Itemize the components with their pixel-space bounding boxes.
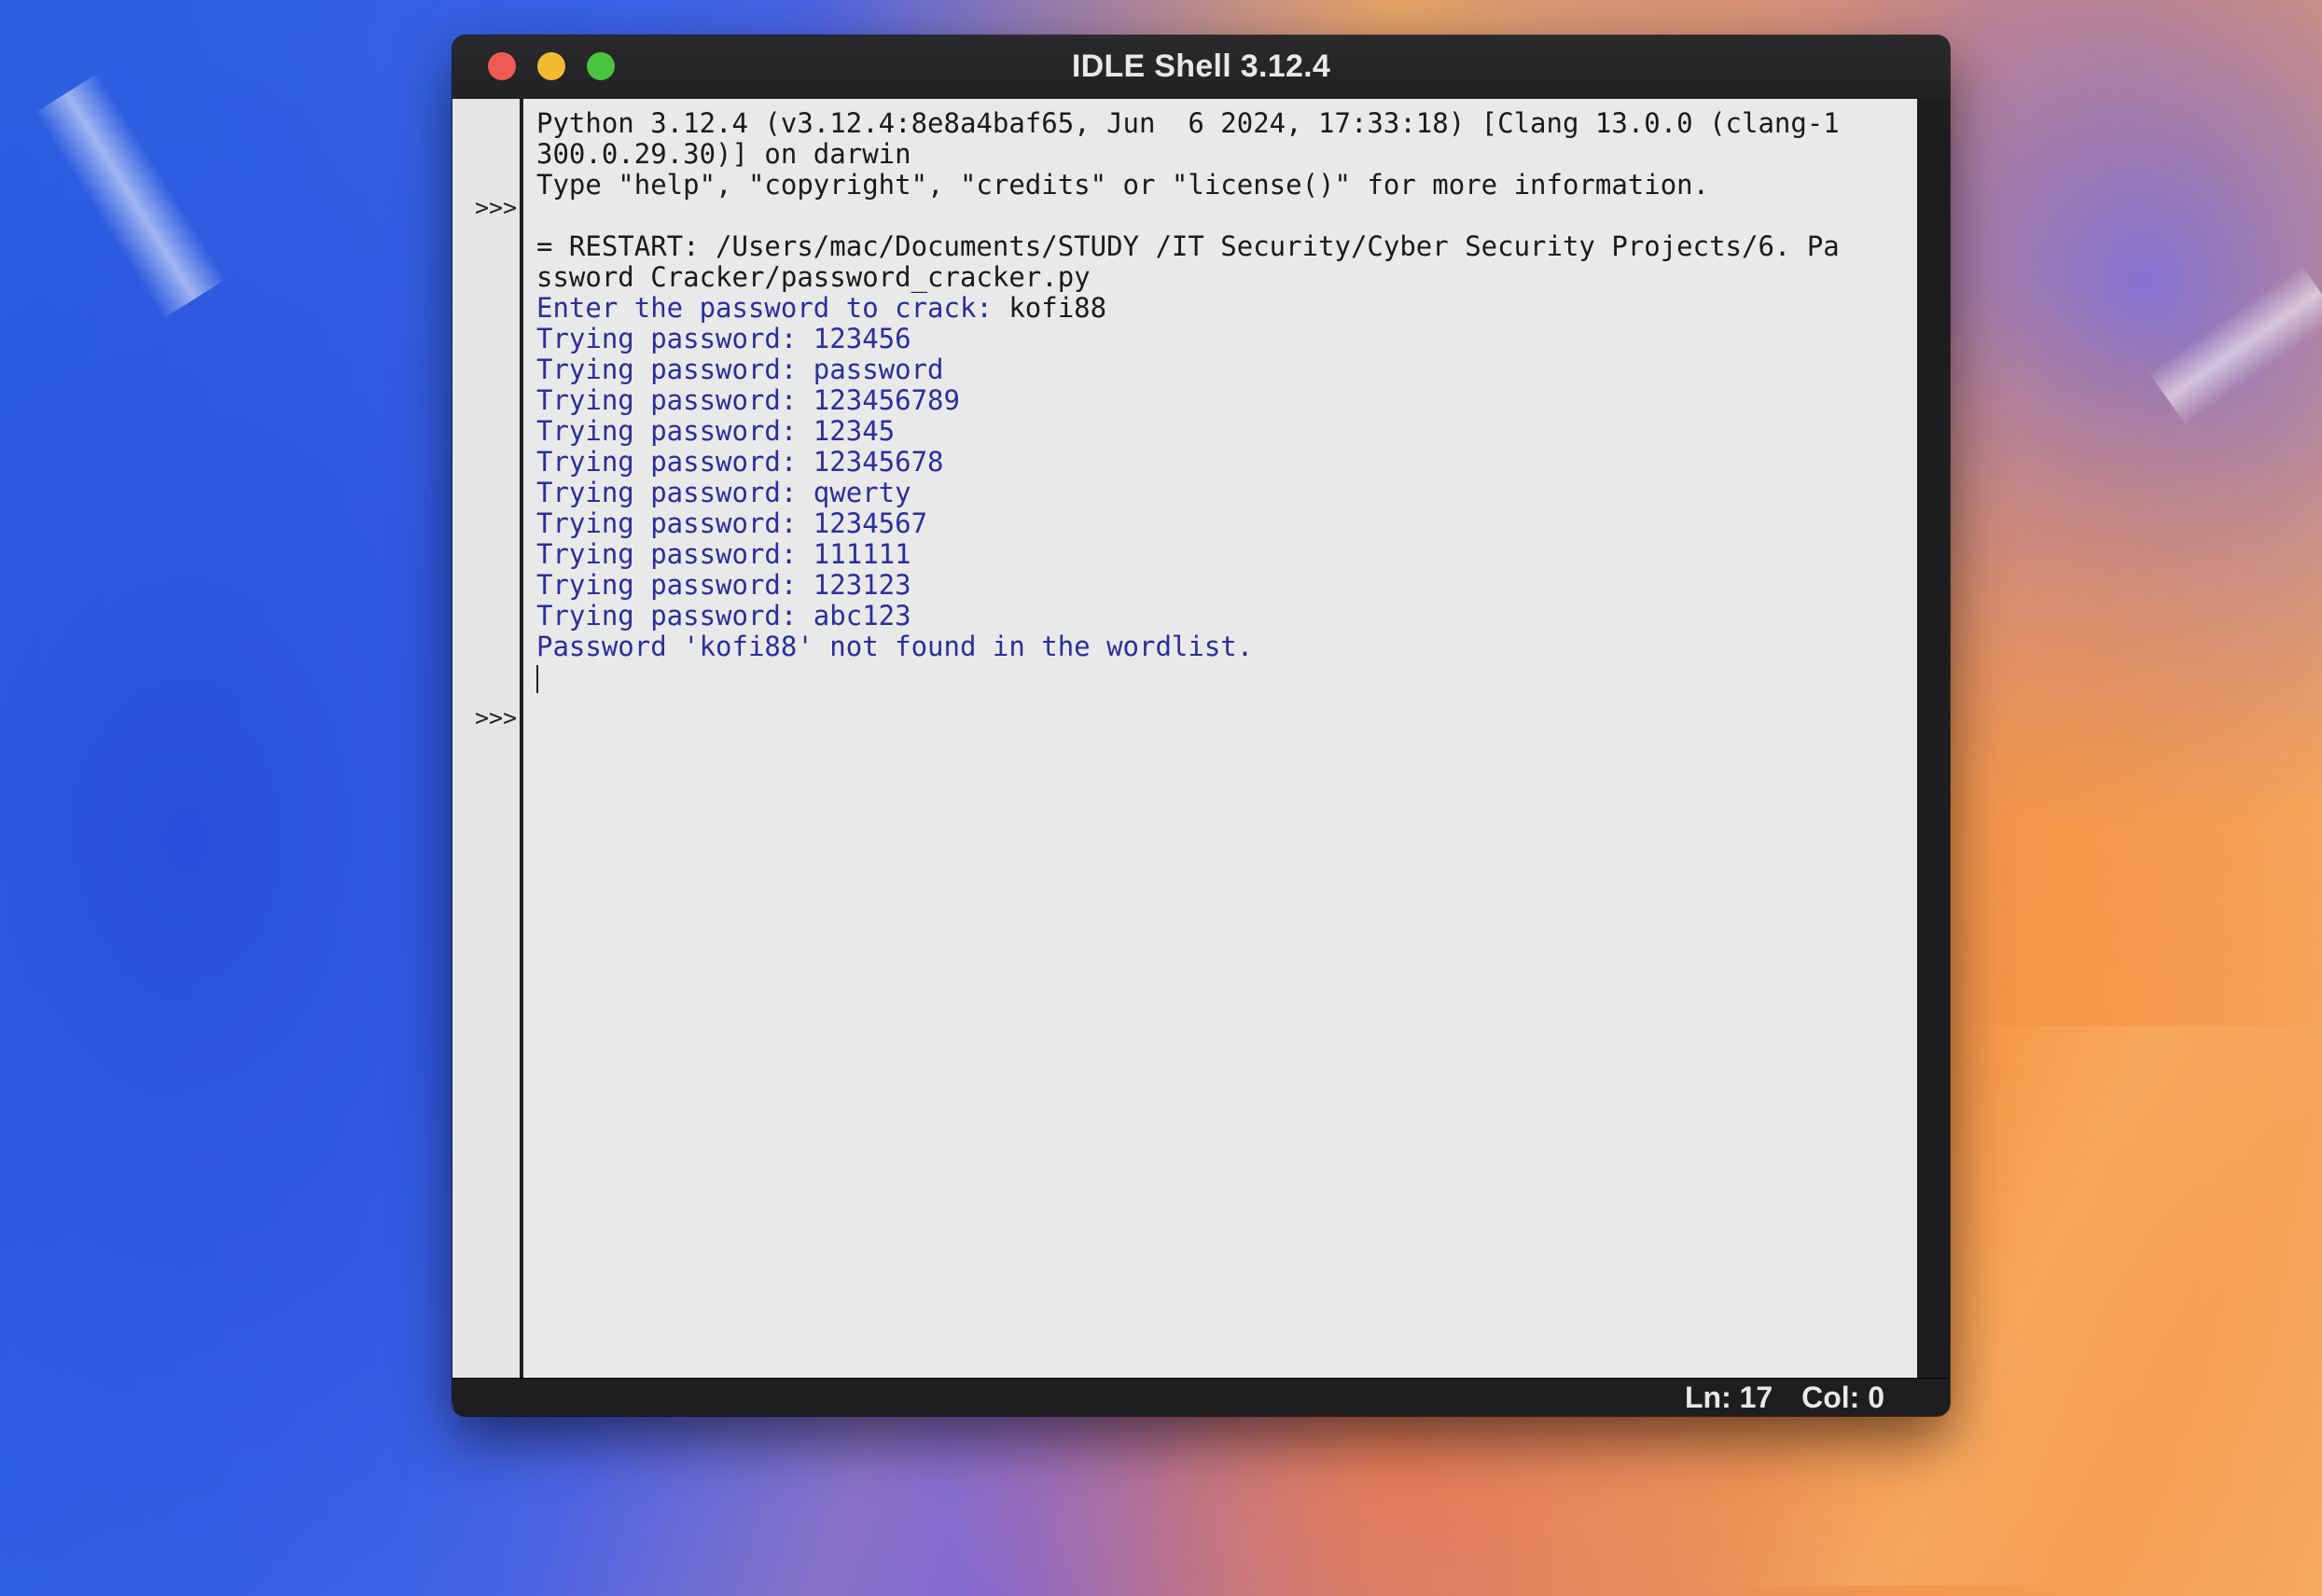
shell-line: Password 'kofi88' not found in the wordl… <box>536 631 1908 662</box>
shell-line: 300.0.29.30)] on darwin <box>536 139 1908 170</box>
title-bar[interactable]: IDLE Shell 3.12.4 <box>452 35 1950 100</box>
shell-line-text: Trying password: 12345678 <box>536 446 944 478</box>
shell-line: Trying password: password <box>536 354 1908 385</box>
shell-line: Python 3.12.4 (v3.12.4:8e8a4baf65, Jun 6… <box>536 108 1908 139</box>
user-input-text: kofi88 <box>1008 292 1107 324</box>
shell-line-text: Enter the password to crack: <box>536 292 1009 324</box>
shell-line-text: Trying password: 123123 <box>536 569 911 601</box>
window-title: IDLE Shell 3.12.4 <box>1071 49 1331 84</box>
shell-line: Trying password: 123456 <box>536 324 1908 354</box>
wallpaper-light-streak <box>35 73 227 319</box>
shell-line: Trying password: 123123 <box>536 570 1908 601</box>
shell-line-text: ssword Cracker/password_cracker.py <box>536 261 1091 293</box>
column-number: Col: 0 <box>1801 1381 1884 1414</box>
shell-line: = RESTART: /Users/mac/Documents/STUDY /I… <box>536 231 1908 262</box>
shell-line: ssword Cracker/password_cracker.py <box>536 262 1908 293</box>
vertical-scrollbar[interactable] <box>1917 99 1950 1409</box>
shell-line: Trying password: 12345 <box>536 416 1908 447</box>
shell-line-text: Type "help", "copyright", "credits" or "… <box>536 169 1710 201</box>
input-line[interactable] <box>536 662 1908 693</box>
shell-line-text: Trying password: 1234567 <box>536 507 928 539</box>
shell-line: Trying password: 1234567 <box>536 508 1908 539</box>
shell-line-text: Trying password: 123456789 <box>536 384 960 416</box>
shell-line <box>536 201 1908 231</box>
shell-line: Enter the password to crack: kofi88 <box>536 293 1908 324</box>
prompt-marker: >>> <box>475 194 518 221</box>
prompt-marker: >>> <box>475 704 518 731</box>
status-bar: Ln: 17 Col: 0 <box>452 1378 1950 1416</box>
shell-line-text: Trying password: 123456 <box>536 323 911 354</box>
cursor-position: Ln: 17 Col: 0 <box>1664 1381 1884 1415</box>
shell-line: Trying password: 12345678 <box>536 447 1908 478</box>
line-number: Ln: 17 <box>1684 1381 1773 1414</box>
wallpaper-light-streak <box>2148 264 2322 426</box>
shell-line-text: = RESTART: /Users/mac/Documents/STUDY /I… <box>536 230 1840 262</box>
text-cursor <box>536 665 538 693</box>
shell-line-text: 300.0.29.30)] on darwin <box>536 138 911 170</box>
prompt-gutter: >>> >>> <box>452 99 523 1409</box>
shell-line-text: Trying password: password <box>536 354 944 385</box>
idle-shell-window: IDLE Shell 3.12.4 >>> >>> Python 3.12.4 … <box>452 35 1950 1416</box>
shell-content: >>> >>> Python 3.12.4 (v3.12.4:8e8a4baf6… <box>452 99 1917 1409</box>
shell-line: Trying password: abc123 <box>536 601 1908 631</box>
shell-line-text: Password 'kofi88' not found in the wordl… <box>536 631 1254 662</box>
shell-line: Type "help", "copyright", "credits" or "… <box>536 170 1908 201</box>
shell-line: Trying password: 111111 <box>536 539 1908 570</box>
shell-line-text: Python 3.12.4 (v3.12.4:8e8a4baf65, Jun 6… <box>536 107 1840 139</box>
shell-line-text: Trying password: 12345 <box>536 415 896 447</box>
shell-line-text: Trying password: 111111 <box>536 538 911 570</box>
shell-line: Trying password: 123456789 <box>536 385 1908 416</box>
shell-line-text: Trying password: qwerty <box>536 477 911 508</box>
shell-text-area[interactable]: Python 3.12.4 (v3.12.4:8e8a4baf65, Jun 6… <box>536 108 1908 1405</box>
shell-line: Trying password: qwerty <box>536 478 1908 508</box>
shell-line-text: Trying password: abc123 <box>536 600 911 631</box>
